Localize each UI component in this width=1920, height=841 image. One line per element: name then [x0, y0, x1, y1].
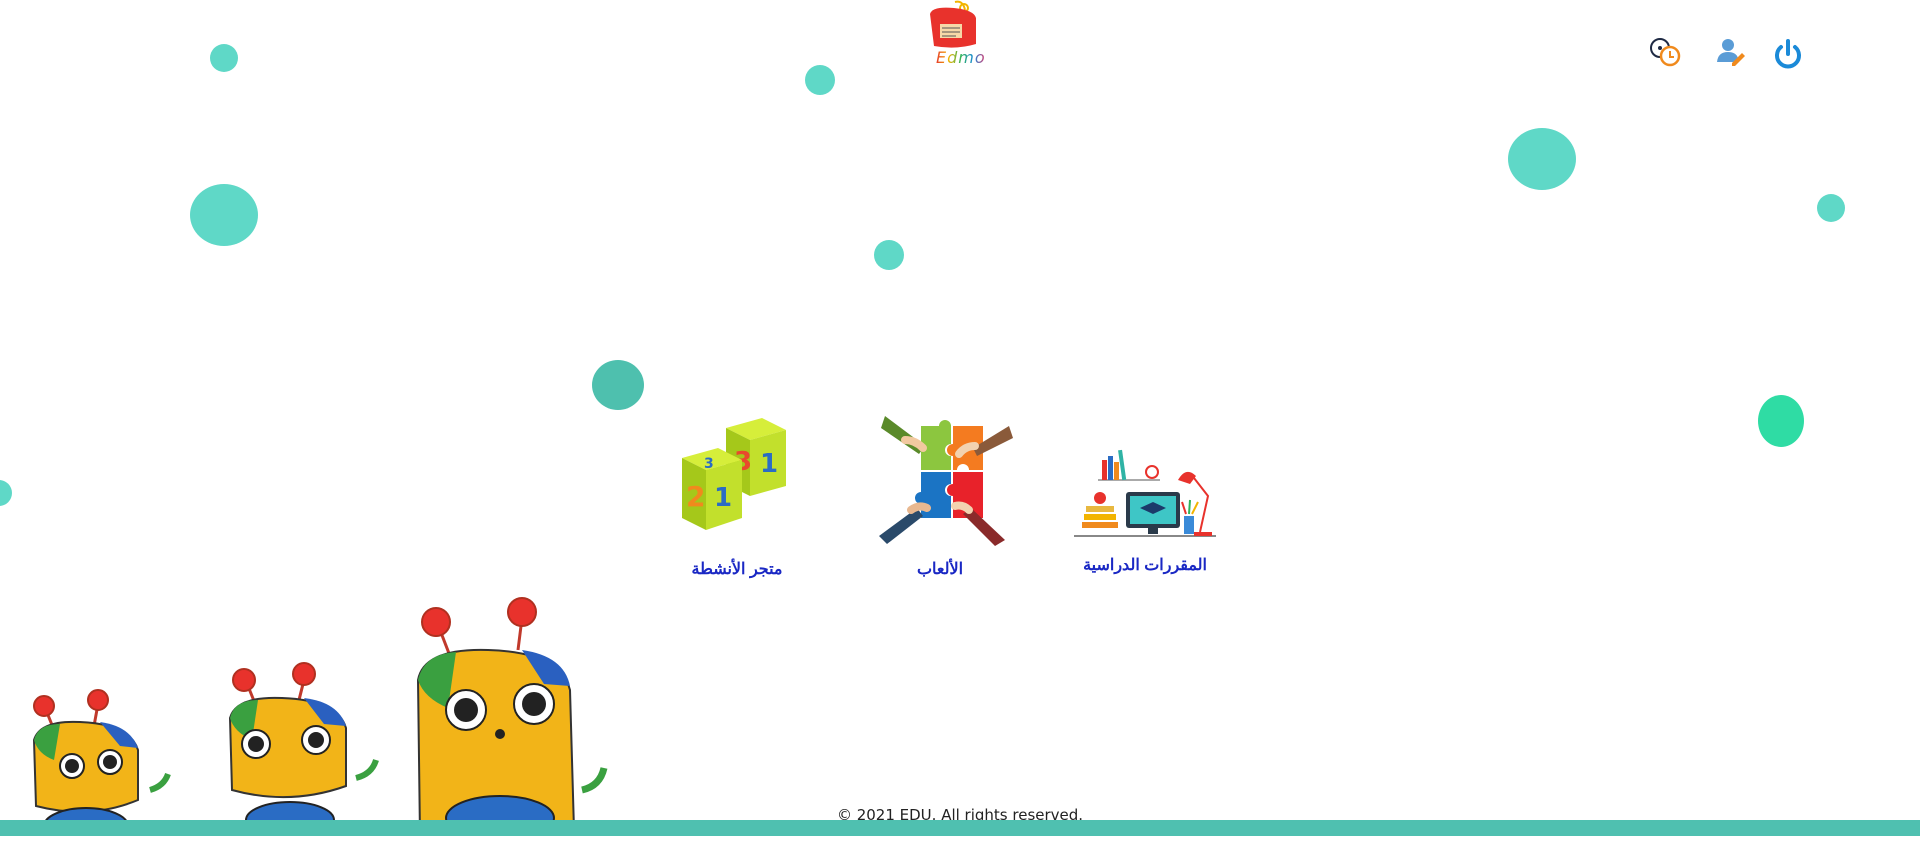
- decor-bubble: [210, 44, 238, 72]
- robot-illustration: [416, 597, 608, 841]
- menu-item-games[interactable]: الألعاب: [855, 406, 1025, 579]
- decor-bubble: [1508, 128, 1576, 190]
- svg-text:2: 2: [686, 480, 705, 513]
- app-logo-text: Edmo: [936, 48, 986, 67]
- power-icon[interactable]: [1770, 36, 1806, 72]
- svg-text:1: 1: [760, 449, 778, 479]
- user-edit-icon[interactable]: [1712, 34, 1748, 70]
- footer-bar: [0, 820, 1920, 836]
- svg-text:3: 3: [704, 456, 714, 472]
- number-cubes-icon: 3 1 2 1 3: [682, 418, 786, 530]
- history-clock-icon[interactable]: [1648, 34, 1684, 70]
- menu-item-label: الألعاب: [916, 561, 964, 578]
- decor-bubble: [1817, 194, 1845, 222]
- menu-item-label: المقررات الدراسية: [1083, 557, 1207, 574]
- menu-item-courses[interactable]: المقررات الدراسية: [1060, 444, 1230, 575]
- decor-bubble: [190, 184, 258, 246]
- robots-illustration: [0, 590, 660, 841]
- svg-text:1: 1: [714, 483, 732, 513]
- puzzle-hands-icon: [879, 416, 1013, 546]
- menu-item-label: متجر الأنشطة: [691, 561, 783, 578]
- menu-item-activities-store[interactable]: 3 1 2 1 3 متجر الأنشطة: [652, 418, 822, 579]
- main-menu: 3 1 2 1 3 متجر الأنشطة الألعاب المقررات …: [0, 400, 1920, 600]
- decor-bubble: [805, 65, 835, 95]
- study-desk-icon: [1074, 449, 1216, 537]
- decor-bubble: [874, 240, 904, 270]
